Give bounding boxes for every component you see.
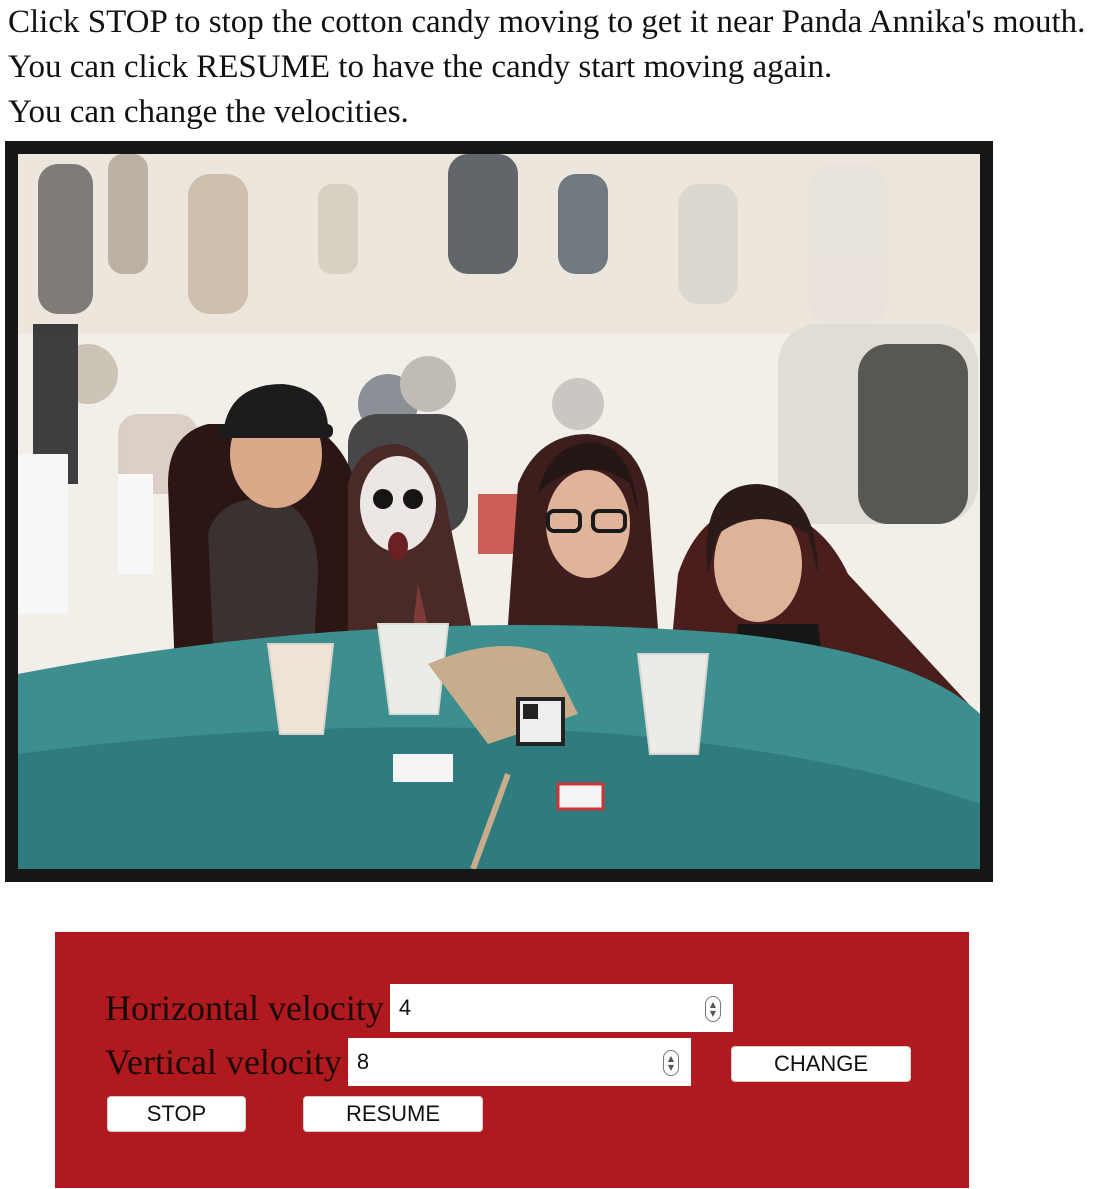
vertical-velocity-label: Vertical velocity	[105, 1042, 342, 1082]
instruction-line-3: You can change the velocities.	[8, 94, 409, 130]
photo-illustration	[18, 154, 980, 869]
vertical-velocity-input[interactable]: 8 ▲ ▼	[347, 1038, 691, 1086]
instruction-line-1: Click STOP to stop the cotton candy movi…	[8, 4, 1086, 40]
vertical-stepper-icon[interactable]: ▲ ▼	[662, 1050, 679, 1076]
instruction-line-2: You can click RESUME to have the candy s…	[8, 49, 833, 85]
horizontal-stepper-icon[interactable]: ▲ ▼	[704, 996, 721, 1022]
vertical-velocity-value: 8	[356, 1049, 370, 1074]
horizontal-velocity-value: 4	[398, 995, 412, 1020]
change-button[interactable]: CHANGE	[731, 1046, 911, 1082]
instructions: Click STOP to stop the cotton candy movi…	[8, 0, 1100, 135]
canvas-photo	[18, 154, 980, 869]
horizontal-velocity-label: Horizontal velocity	[105, 988, 384, 1028]
stop-button[interactable]: STOP	[107, 1096, 246, 1132]
velocity-control-panel: Horizontal velocity 4 ▲ ▼ Vertical veloci…	[55, 932, 969, 1188]
horizontal-velocity-row: Horizontal velocity 4 ▲ ▼	[105, 984, 733, 1032]
resume-button[interactable]: RESUME	[303, 1096, 483, 1132]
vertical-velocity-row: Vertical velocity 8 ▲ ▼	[105, 1038, 691, 1086]
horizontal-velocity-input[interactable]: 4 ▲ ▼	[389, 984, 733, 1032]
game-canvas[interactable]	[5, 141, 993, 882]
